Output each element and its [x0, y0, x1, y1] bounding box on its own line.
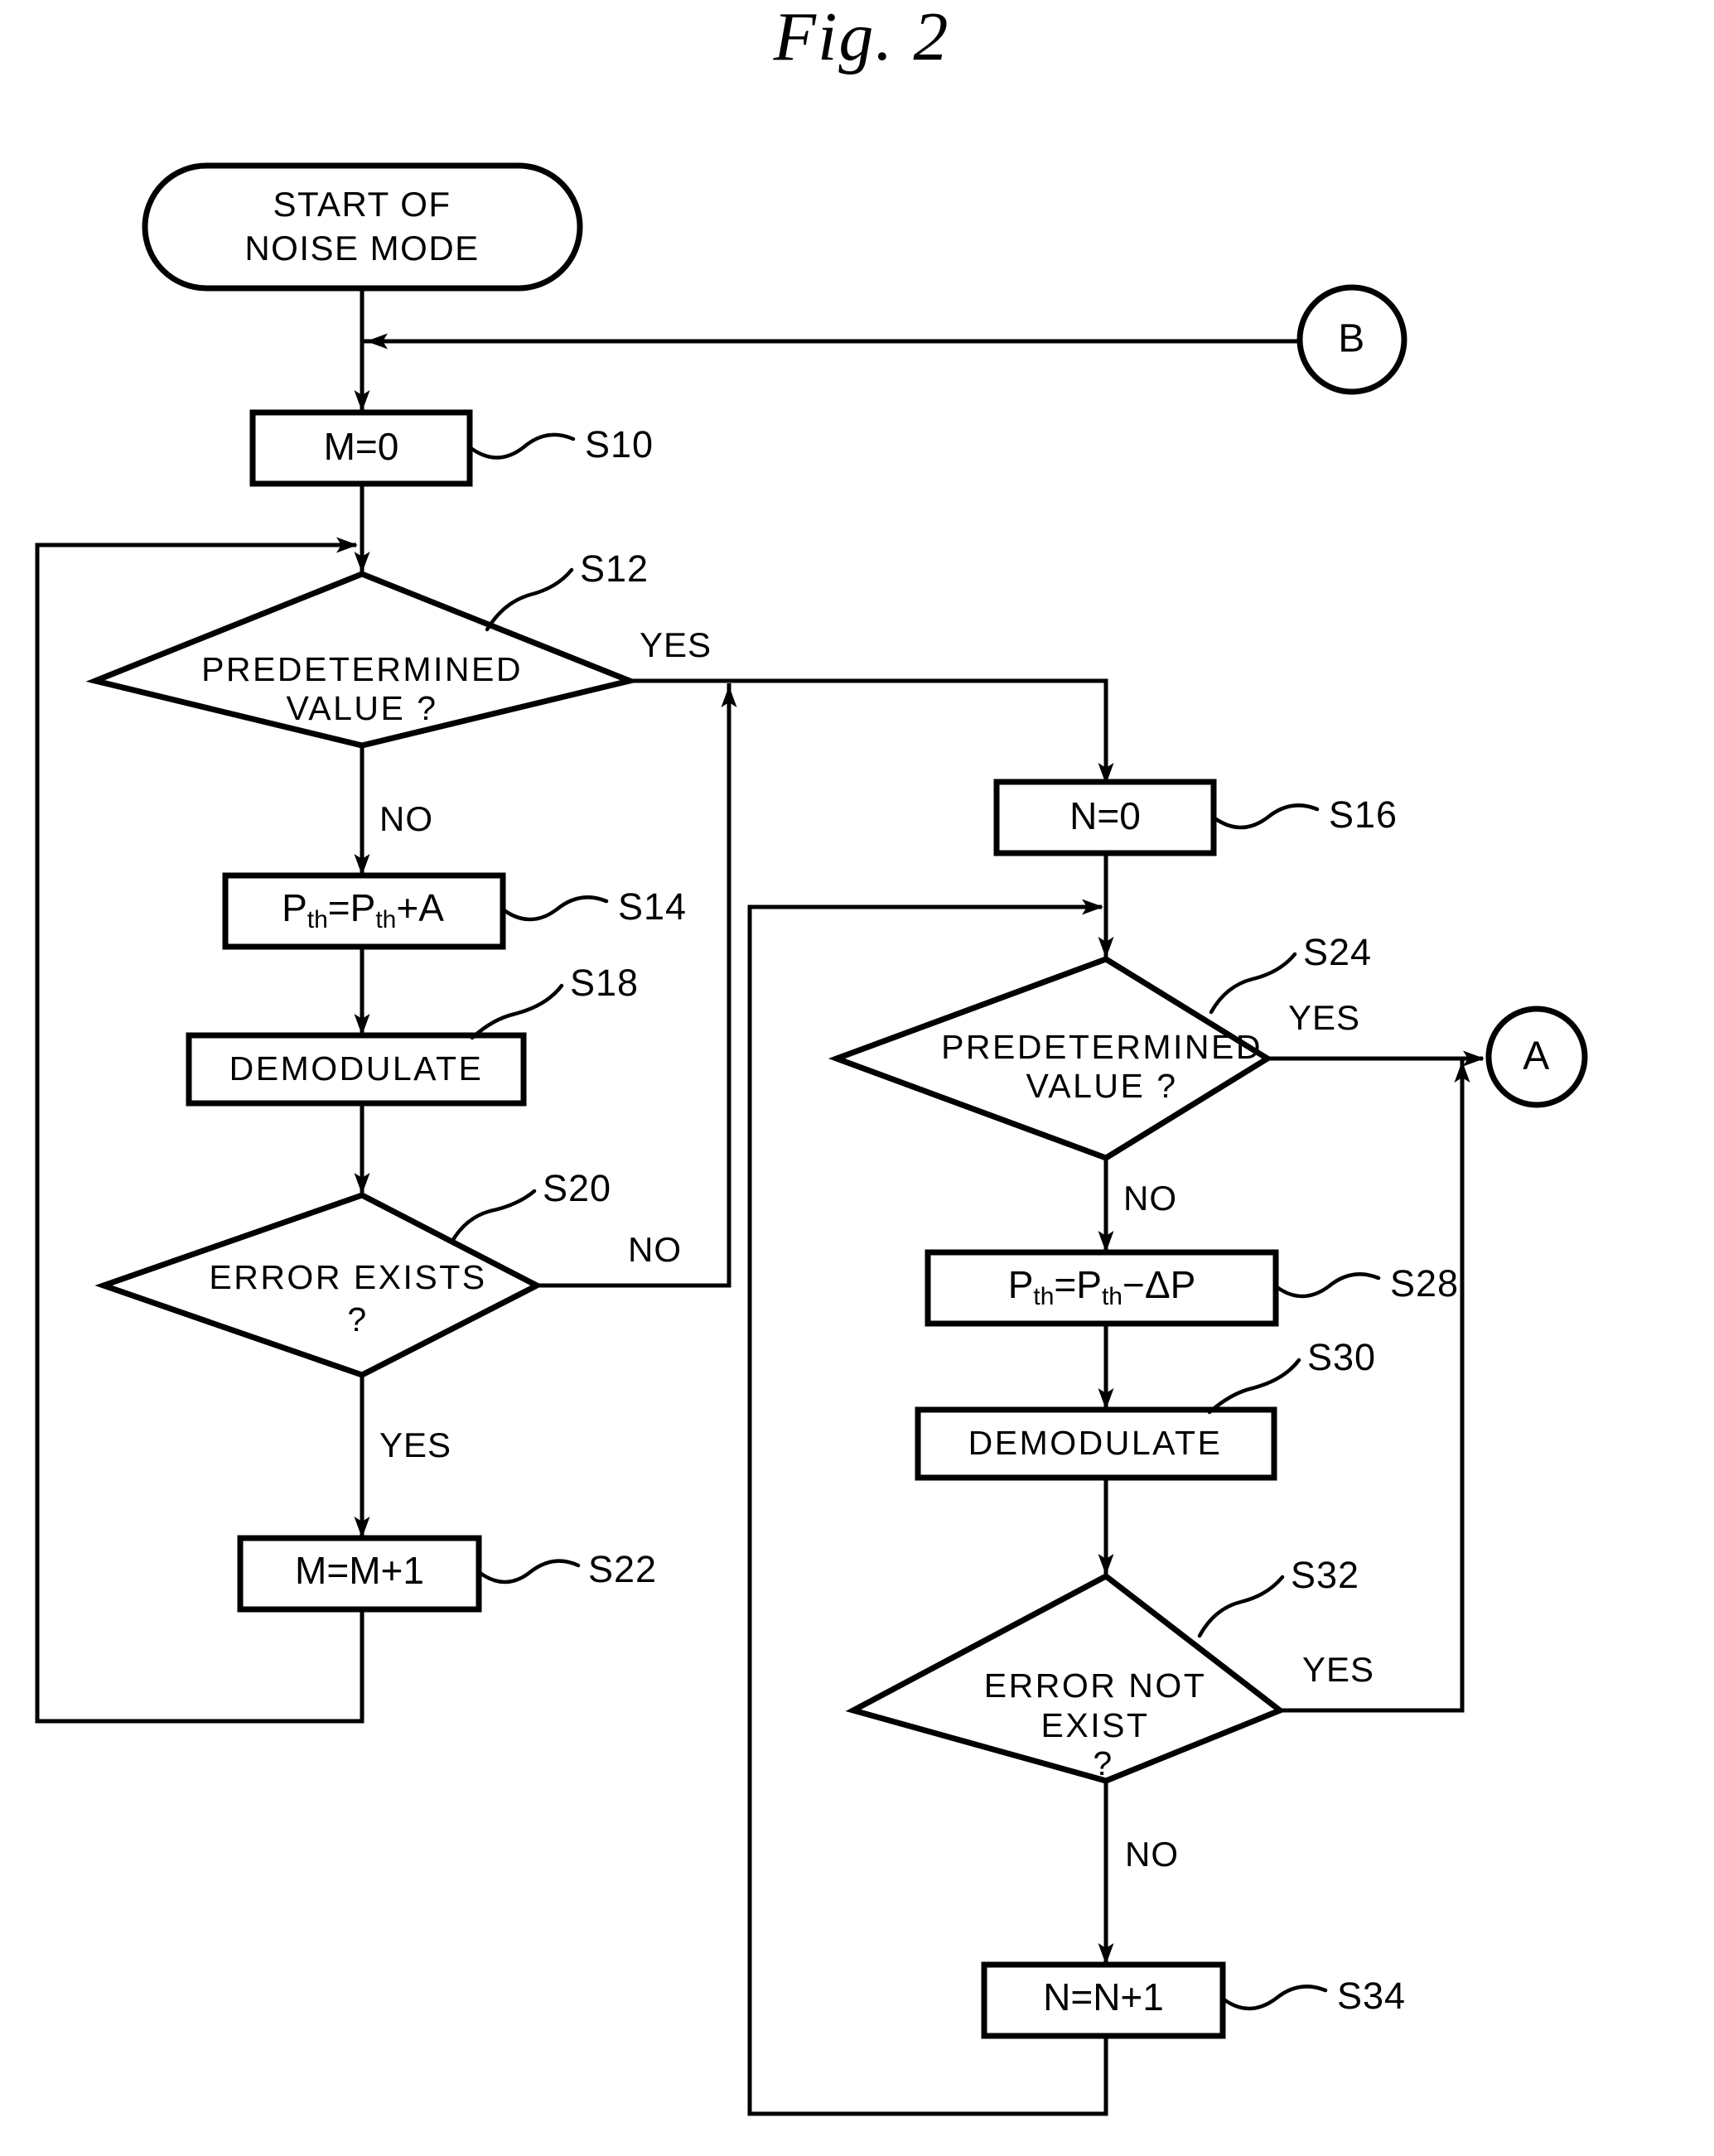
s28-lhs-base: P	[1008, 1263, 1034, 1306]
s24-branch-yes: YES	[1288, 998, 1360, 1037]
s20-step-label: S20	[543, 1167, 611, 1209]
s14-lhs-base: P	[282, 886, 307, 929]
s14-step-label: S14	[618, 885, 687, 928]
s30-step-label: S30	[1307, 1336, 1376, 1378]
s32-branch-yes: YES	[1302, 1650, 1374, 1689]
s28-op: −ΔP	[1123, 1263, 1195, 1306]
s14-rhs-sub: th	[375, 906, 396, 933]
s34-step-label: S34	[1337, 1975, 1406, 2017]
s24-branch-no: NO	[1123, 1179, 1177, 1218]
flowchart-canvas: Fig. 2 START OF NOISE MODE B M=0 S10 PRE…	[35, 0, 1588, 2116]
s22-leader-line	[476, 1559, 581, 1584]
s12-text-line2: VALUE ?	[286, 689, 437, 727]
s16-leader-line	[1211, 803, 1320, 830]
s28-leader-line	[1273, 1272, 1381, 1299]
node-s34[interactable]: N=N+1 S34	[981, 1961, 1406, 2039]
s28-lhs-sub: th	[1033, 1283, 1054, 1310]
s14-formula: Pth=Pth+A	[282, 886, 444, 933]
s20-branch-no: NO	[628, 1230, 682, 1269]
s30-text: DEMODULATE	[968, 1424, 1223, 1462]
node-connector-b[interactable]: B	[1296, 284, 1407, 395]
connector-a-label: A	[1523, 1035, 1551, 1078]
node-connector-a[interactable]: A	[1485, 1006, 1588, 1108]
s34-text: N=N+1	[1043, 1975, 1164, 2019]
s32-text-line2: EXIST	[1041, 1706, 1150, 1744]
s22-step-label: S22	[588, 1548, 657, 1590]
s18-text: DEMODULATE	[229, 1049, 484, 1088]
s32-step-label: S32	[1291, 1554, 1359, 1596]
s22-text: M=M+1	[295, 1549, 424, 1592]
s12-branch-yes: YES	[640, 625, 712, 664]
s32-text-line1: ERROR NOT	[984, 1666, 1207, 1705]
node-s16[interactable]: N=0 S16	[993, 779, 1398, 856]
s10-text: M=0	[324, 425, 399, 468]
node-s30[interactable]: DEMODULATE S30	[915, 1336, 1376, 1481]
s24-text-line2: VALUE ?	[1026, 1067, 1177, 1105]
s10-step-label: S10	[585, 423, 654, 465]
s12-branch-no: NO	[379, 799, 433, 838]
s34-leader-line	[1220, 1985, 1328, 2011]
s14-op: +A	[396, 886, 444, 929]
connector-lines	[35, 286, 1485, 2116]
node-start[interactable]: START OF NOISE MODE	[142, 162, 583, 292]
s14-eq: =P	[328, 886, 376, 929]
s30-leader-line	[1207, 1358, 1301, 1415]
s18-step-label: S18	[570, 962, 639, 1004]
s20-text-line1: ERROR EXISTS	[209, 1258, 486, 1296]
figure-root: Fig. 2 START OF NOISE MODE B M=0 S10 PRE…	[0, 0, 1714, 2156]
node-s28[interactable]: Pth=Pth−ΔP S28	[925, 1249, 1459, 1327]
start-label-line1: START OF	[273, 185, 451, 224]
start-label-line2: NOISE MODE	[244, 229, 479, 268]
connector-b-label: B	[1338, 317, 1366, 361]
s16-text: N=0	[1069, 794, 1141, 837]
s24-step-label: S24	[1303, 931, 1372, 973]
s14-leader-line	[500, 895, 609, 922]
edge-s12yes-to-s16	[630, 678, 1108, 779]
s32-branch-no: NO	[1125, 1835, 1179, 1874]
s10-leader-line	[467, 432, 576, 460]
s28-rhs-sub: th	[1102, 1283, 1123, 1310]
s32-text-line3: ?	[1093, 1744, 1113, 1782]
node-s20[interactable]: ERROR EXISTS ? S20 NO YES	[94, 1167, 682, 1464]
s12-leader-line	[485, 567, 574, 632]
s20-branch-yes: YES	[379, 1425, 451, 1464]
s20-text-line2: ?	[347, 1300, 368, 1338]
s12-text-line1: PREDETERMINED	[201, 650, 523, 688]
s28-eq: =P	[1054, 1263, 1102, 1306]
node-s18[interactable]: DEMODULATE S18	[186, 962, 639, 1107]
s28-step-label: S28	[1390, 1262, 1459, 1305]
node-s22[interactable]: M=M+1 S22	[237, 1535, 657, 1613]
node-s32[interactable]: ERROR NOT EXIST ? S32 YES NO	[845, 1554, 1374, 1874]
node-s14[interactable]: Pth=Pth+A S14	[222, 872, 687, 950]
node-s10[interactable]: M=0 S10	[249, 409, 654, 487]
s18-leader-line	[470, 983, 564, 1040]
figure-title: Fig. 2	[773, 0, 950, 75]
edge-s32yes-up	[1280, 1059, 1465, 1713]
s24-text-line1: PREDETERMINED	[941, 1028, 1263, 1066]
s14-lhs-sub: th	[307, 906, 328, 933]
node-s12[interactable]: PREDETERMINED VALUE ? S12 YES NO	[85, 547, 712, 838]
s24-leader-line	[1209, 952, 1297, 1015]
s32-leader-line	[1197, 1575, 1285, 1638]
s16-step-label: S16	[1329, 793, 1398, 836]
s20-leader-line	[449, 1189, 537, 1245]
s12-step-label: S12	[580, 547, 649, 590]
